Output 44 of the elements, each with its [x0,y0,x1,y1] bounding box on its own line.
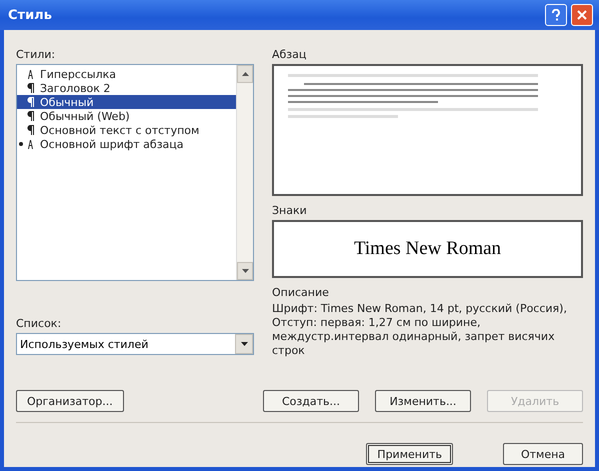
character-style-icon [27,139,34,149]
character-style-icon [27,69,34,79]
up-arrow-icon [242,72,248,76]
style-name: Обычный (Web) [39,110,130,122]
style-description: Шрифт: Times New Roman, 14 pt, русский (Россия), Отступ: первая: 1,27 см по ширине, междустр.интервал одинарный, запрет висячих строк [272,302,568,358]
dialog-button[interactable]: Изменить... [375,390,471,412]
scroll-down-button[interactable] [237,262,253,280]
style-item[interactable]: Основной текст с отступом [17,123,236,137]
list-label: Список: [16,317,62,330]
style-name: Гиперссылка [39,68,116,80]
list-dropdown[interactable]: Используемых стилей [16,333,254,355]
paragraph-style-icon [27,111,34,121]
paragraph-style-icon [27,97,34,107]
style-item[interactable]: Обычный (Web) [17,109,236,123]
dialog-button[interactable]: Создать... [263,390,359,412]
style-item[interactable]: Заголовок 2 [17,81,236,95]
paragraph-label: Абзац [272,48,308,61]
close-icon [577,10,587,20]
window-title: Стиль [8,8,53,22]
font-sample: Times New Roman [354,238,502,260]
help-button[interactable] [545,4,567,26]
style-item[interactable]: Обычный [17,95,236,109]
style-item[interactable]: Основной шрифт абзаца [17,137,236,151]
paragraph-style-icon [27,125,34,135]
close-button[interactable] [571,4,593,26]
dialog-button[interactable]: Применить [366,443,453,465]
dropdown-button[interactable] [235,334,253,354]
down-arrow-icon [240,342,248,346]
question-icon [551,9,561,21]
dropdown-value: Используемых стилей [20,338,148,350]
style-name: Основной текст с отступом [39,124,200,136]
dialog-button[interactable]: Отмена [503,443,583,465]
description-label: Описание [272,286,330,299]
style-item[interactable]: Гиперссылка [17,67,236,81]
style-name: Заголовок 2 [39,82,110,94]
paragraph-style-icon [27,83,34,93]
style-name: Обычный [39,96,94,108]
organizer-button[interactable]: Организатор... [16,390,124,412]
characters-label: Знаки [272,204,308,217]
styles-label: Стили: [16,48,56,61]
scrollbar[interactable] [236,65,253,280]
style-name: Основной шрифт абзаца [39,138,184,150]
scroll-up-button[interactable] [237,65,253,83]
down-arrow-icon [242,269,248,273]
